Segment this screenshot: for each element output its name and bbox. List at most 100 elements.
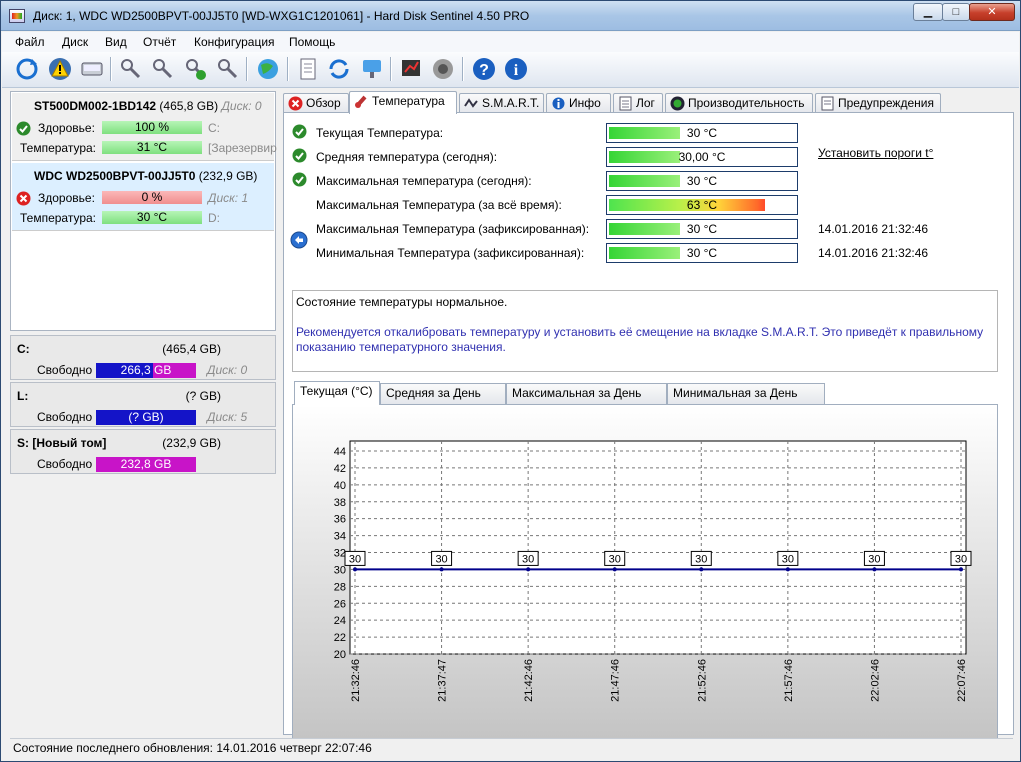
menu-item[interactable]: Диск — [62, 35, 88, 49]
sync-icon[interactable] — [326, 56, 352, 82]
y-tick-label: 36 — [334, 514, 346, 526]
y-tick-label: 30 — [334, 564, 346, 576]
temperature-stat-value: 30 °C — [686, 126, 718, 140]
disk-entry[interactable]: ST500DM002-1BD142 (465,8 GB) Диск: 0 Здор… — [12, 93, 277, 161]
app-icon[interactable] — [9, 9, 25, 23]
network-icon[interactable] — [359, 56, 385, 82]
refresh-icon[interactable] — [14, 56, 40, 82]
menu-item[interactable]: Вид — [105, 35, 127, 49]
graph-tab[interactable]: Средняя за День (°C) — [380, 383, 506, 419]
key-icon[interactable] — [150, 56, 176, 82]
tab-smart[interactable]: S.M.A.R.T. — [459, 93, 544, 113]
back-arrow-icon[interactable] — [290, 231, 308, 249]
toolbar-separator — [287, 57, 288, 81]
tab-info[interactable]: Инфо — [546, 93, 611, 113]
free-value: 266,3 GB — [120, 363, 172, 377]
disk-entry[interactable]: WDC WD2500BPVT-00JJ5T0 (232,9 GB) Диск: … — [12, 163, 274, 231]
key-check-icon[interactable] — [183, 56, 209, 82]
free-space-bar: 266,3 GB — [96, 363, 196, 378]
smart-icon — [464, 96, 479, 111]
globe-icon[interactable] — [255, 56, 281, 82]
y-tick-label: 34 — [334, 531, 346, 543]
disk-model: WDC WD2500BPVT-00JJ5T0 — [34, 169, 196, 183]
maximize-button[interactable]: □ — [942, 3, 970, 21]
close-button[interactable]: ✕ — [969, 3, 1015, 21]
temperature-drive: [Зарезервир — [208, 141, 277, 155]
temperature-stat-row: Минимальная Температура (зафиксированная… — [292, 243, 992, 263]
volume-disk: Диск: 0 — [207, 363, 248, 377]
menu-bar: Файл Диск Вид Отчёт Конфигурация Помощь — [2, 32, 1019, 52]
status-bar: Состояние последнего обновления: 14.01.2… — [10, 738, 1013, 758]
menu-item[interactable]: Конфигурация — [194, 35, 275, 49]
document-icon[interactable] — [295, 56, 321, 82]
temperature-stat-bar: 30,00 °C — [606, 147, 798, 167]
plot-area — [349, 440, 967, 655]
tab-label: Производительность — [688, 96, 805, 110]
title-bar[interactable]: Диск: 1, WDC WD2500BPVT-00JJ5T0 [WD-WXG1… — [1, 1, 1020, 31]
warning-icon[interactable] — [47, 56, 73, 82]
graph-tab[interactable]: Текущая (°C) — [294, 381, 380, 405]
data-label: 30 — [609, 553, 621, 565]
data-point — [872, 567, 877, 572]
info-icon[interactable]: i — [503, 56, 529, 82]
graph-tab[interactable]: Максимальная за День (°C) — [506, 383, 667, 419]
toolbar-separator — [246, 57, 247, 81]
volume-name: S: [Новый том] — [17, 436, 107, 450]
menu-item[interactable]: Помощь — [289, 35, 335, 49]
minimize-button[interactable]: ▁ — [913, 3, 943, 21]
thermometer-icon — [354, 94, 369, 109]
set-thresholds-link[interactable]: Установить пороги t° — [818, 146, 933, 160]
error-icon — [288, 96, 303, 111]
y-tick-label: 24 — [334, 615, 346, 627]
free-label: Свободно — [37, 410, 93, 424]
toolbar-separator — [462, 57, 463, 81]
log-icon — [618, 96, 633, 111]
disk-number: Диск: 0 — [221, 99, 262, 113]
tab-thermometer[interactable]: Температура — [349, 91, 457, 114]
help-icon[interactable]: ? — [471, 56, 497, 82]
volume-entry[interactable]: L: (? GB) Свободно (? GB) Диск: 5 — [10, 382, 276, 427]
temperature-panel: Текущая Температура: 30 °C Средняя темпера… — [283, 112, 1014, 740]
tab-log[interactable]: Лог — [613, 93, 663, 113]
temperature-stat-row: Максимальная температура (сегодня): 30 °C — [292, 171, 992, 191]
y-tick-label: 42 — [334, 463, 346, 475]
disk-size: (232,9 GB) — [198, 169, 258, 183]
temperature-stat-bar: 30 °C — [606, 171, 798, 191]
toolbar-separator — [110, 57, 111, 81]
temperature-stat-date: 14.01.2016 21:32:46 — [818, 222, 929, 236]
key-icon[interactable] — [118, 56, 144, 82]
status-text: Состояние последнего обновления: 14.01.2… — [13, 741, 372, 755]
alert-doc-icon — [820, 96, 835, 111]
volume-size: (232,9 GB) — [162, 436, 221, 450]
tab-alert-doc[interactable]: Предупреждения — [815, 93, 941, 113]
report-icon[interactable] — [398, 56, 424, 82]
menu-item[interactable]: Файл — [15, 35, 45, 49]
disk-size: (465,8 GB) — [159, 99, 219, 113]
volume-entry[interactable]: S: [Новый том] (232,9 GB) Свободно 232,8 GB — [10, 429, 276, 474]
y-tick-label: 20 — [334, 649, 346, 661]
tab-error[interactable]: Обзор — [283, 93, 349, 113]
key-icon[interactable] — [215, 56, 241, 82]
data-point — [439, 567, 444, 572]
temperature-stat-value: 30 °C — [686, 246, 718, 260]
temperature-stat-label: Средняя температура (сегодня): — [316, 150, 498, 164]
temperature-stat-row: Максимальная Температура (за всё время):… — [292, 195, 992, 215]
free-value: 232,8 GB — [120, 457, 172, 471]
x-tick-label: 21:32:46 — [350, 659, 362, 702]
disk-icon[interactable] — [79, 56, 105, 82]
tab-label: Температура — [372, 94, 445, 108]
graph-tab-strip: Текущая (°C)Средняя за День (°C)Максимал… — [294, 381, 834, 419]
temperature-stat-bar: 30 °C — [606, 243, 798, 263]
check-icon — [292, 148, 307, 163]
menu-item[interactable]: Отчёт — [143, 35, 176, 49]
tab-label: Лог — [636, 96, 655, 110]
volume-entry[interactable]: C: (465,4 GB) Свободно 266,3 GB Диск: 0 — [10, 335, 276, 380]
graph-tab[interactable]: Минимальная за День (°C) — [667, 383, 825, 419]
main-window: Диск: 1, WDC WD2500BPVT-00JJ5T0 [WD-WXG1… — [0, 0, 1021, 762]
tab-gauge[interactable]: Производительность — [665, 93, 813, 113]
info-icon — [551, 96, 566, 111]
tab-strip: Обзор Температура S.M.A.R.T. Инфо Лог Произво… — [283, 91, 1014, 114]
temperature-stat-label: Текущая Температура: — [316, 126, 444, 140]
x-tick-label: 21:57:46 — [783, 659, 795, 702]
speaker-icon[interactable] — [430, 56, 456, 82]
